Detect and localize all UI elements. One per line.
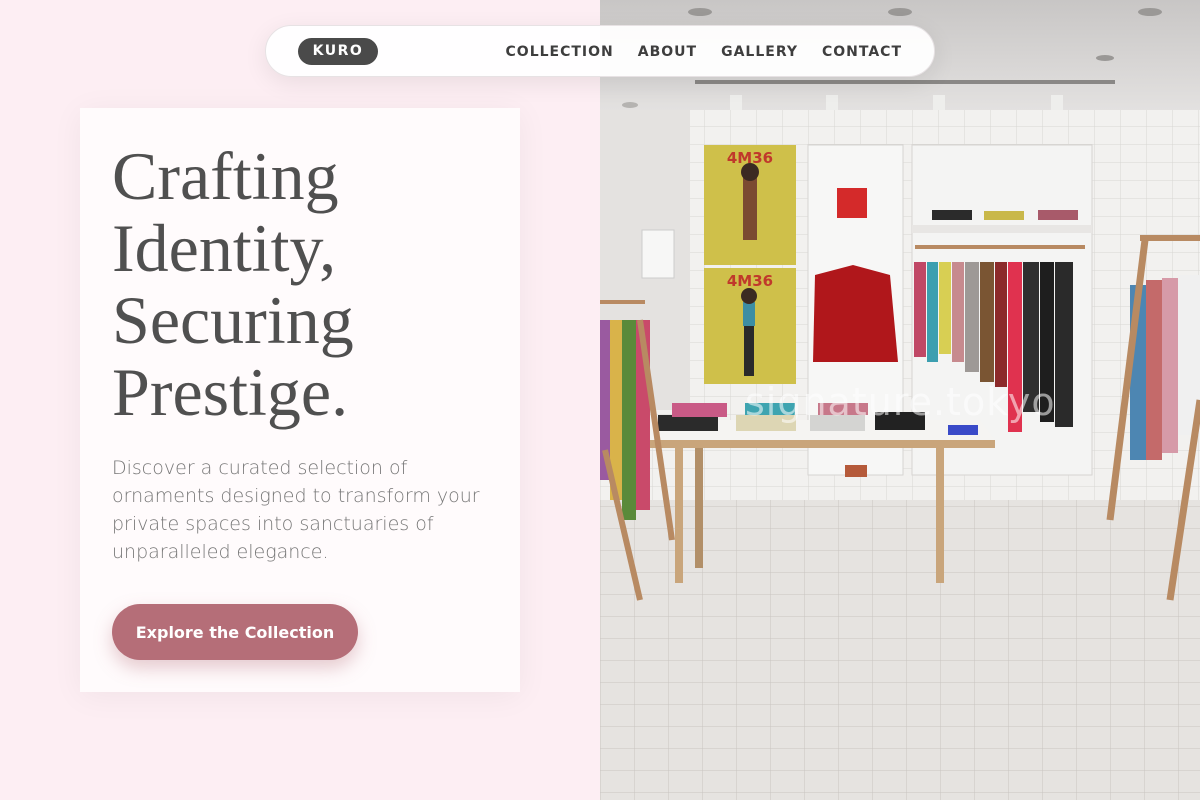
nav-link-contact[interactable]: CONTACT <box>822 44 902 60</box>
top-navigation: KURO COLLECTION ABOUT GALLERY CONTACT <box>265 25 935 77</box>
hero-title: Crafting Identity, Securing Prestige. <box>112 140 488 428</box>
nav-link-gallery[interactable]: GALLERY <box>721 44 798 60</box>
poster-text-bottom: 4M36 <box>727 272 773 290</box>
nav-link-about[interactable]: ABOUT <box>638 44 697 60</box>
hero-card: Crafting Identity, Securing Prestige. Di… <box>80 108 520 692</box>
hero-title-line-3: Securing <box>112 282 354 358</box>
image-watermark: signature.tokyo <box>745 380 1056 424</box>
hero-title-line-1: Crafting <box>112 138 339 214</box>
explore-collection-button[interactable]: Explore the Collection <box>112 604 358 660</box>
hero-description: Discover a curated selection of ornament… <box>112 457 480 563</box>
nav-links: COLLECTION ABOUT GALLERY CONTACT <box>506 26 902 78</box>
hero-title-line-4: Prestige. <box>112 354 349 430</box>
hero-title-line-2: Identity, <box>112 210 337 286</box>
brand-logo[interactable]: KURO <box>298 38 378 65</box>
nav-link-collection[interactable]: COLLECTION <box>506 44 614 60</box>
